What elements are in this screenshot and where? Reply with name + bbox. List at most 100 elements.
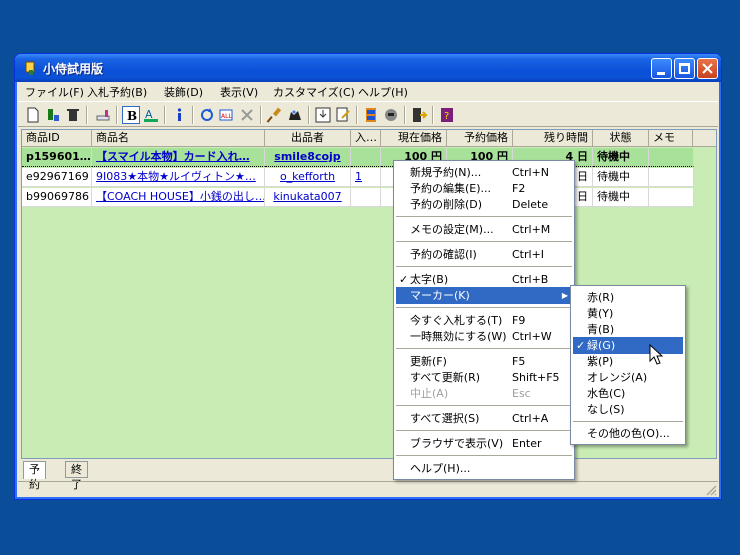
menu-item-edit-reservation[interactable]: 予約の編集(E)... F2 (396, 180, 572, 197)
svg-text:ALL: ALL (221, 113, 232, 120)
stop-icon[interactable] (238, 106, 256, 124)
menu-view[interactable]: 表示(V) (220, 84, 258, 100)
refresh-icon[interactable] (198, 106, 216, 124)
cell-seller-link[interactable]: smile8cojp (265, 148, 351, 167)
color-item-light-blue[interactable]: 水色(C) (573, 385, 683, 402)
marker-icon[interactable] (94, 106, 112, 124)
menu-item-select-all[interactable]: すべて選択(S) Ctrl+A (396, 410, 572, 427)
menu-decoration[interactable]: 装飾(D) (164, 84, 203, 100)
menu-item-delete-reservation[interactable]: 予約の削除(D) Delete (396, 196, 572, 213)
refresh-all-icon[interactable]: ALL (218, 106, 236, 124)
color-item-green[interactable]: ✓ 緑(G) (573, 337, 683, 354)
col-header-remaining-time[interactable]: 残り時間 (513, 130, 593, 147)
col-header-item-id[interactable]: 商品ID (22, 130, 92, 147)
color-item-red[interactable]: 赤(R) (573, 289, 683, 306)
book-help-icon[interactable]: ? (438, 106, 456, 124)
col-header-bids[interactable]: 入… (351, 130, 381, 147)
color-item-blue[interactable]: 青(B) (573, 321, 683, 338)
col-header-memo[interactable]: メモ (649, 130, 693, 147)
download-icon[interactable] (314, 106, 332, 124)
svg-text:B: B (127, 109, 137, 123)
trash-icon[interactable] (64, 106, 82, 124)
menu-item-check-reservation[interactable]: 予約の確認(I) Ctrl+I (396, 246, 572, 263)
menu-item-disable-temporarily[interactable]: 一時無効にする(W) Ctrl+W (396, 328, 572, 345)
cell-bids (351, 188, 381, 207)
bid-hand-icon[interactable] (44, 106, 62, 124)
menu-separator (396, 216, 572, 217)
maximize-button[interactable] (674, 58, 695, 79)
color-item-other[interactable]: その他の色(O)... (573, 425, 683, 442)
color-item-none[interactable]: なし(S) (573, 401, 683, 418)
close-icon (702, 63, 713, 74)
toolbar-separator (192, 106, 194, 124)
new-document-icon[interactable] (24, 106, 42, 124)
menu-bar: ファイル(F) 入札予約(B) 装飾(D) 表示(V) カスタマイズ(C) ヘル… (18, 82, 718, 100)
cat-icon[interactable] (286, 106, 304, 124)
menu-item-show-in-browser[interactable]: ブラウザで表示(V) Enter (396, 435, 572, 452)
color-item-yellow[interactable]: 黄(Y) (573, 305, 683, 322)
color-item-orange[interactable]: オレンジ(A) (573, 369, 683, 386)
tab-finished[interactable]: 終了 (65, 461, 88, 491)
col-header-filler (693, 130, 716, 147)
menu-customize[interactable]: カスタマイズ(C) (273, 84, 355, 100)
resize-grip-icon[interactable] (705, 484, 717, 496)
text-color-icon[interactable]: A (142, 106, 160, 124)
robot-icon[interactable] (382, 106, 400, 124)
menu-item-help[interactable]: ヘルプ(H)... (396, 460, 572, 477)
col-header-seller[interactable]: 出品者 (265, 130, 351, 147)
menu-item-new-reservation[interactable]: 新規予約(N)... Ctrl+N (396, 164, 572, 181)
col-header-current-price[interactable]: 現在価格 (381, 130, 447, 147)
col-header-reserve-price[interactable]: 予約価格 (447, 130, 513, 147)
close-button[interactable] (697, 58, 718, 79)
bold-icon[interactable]: B (122, 106, 140, 124)
col-header-item-name[interactable]: 商品名 (92, 130, 265, 147)
mouse-cursor-icon (649, 344, 664, 365)
gavel-icon[interactable] (266, 106, 284, 124)
cabinet-icon[interactable] (362, 106, 380, 124)
table-row[interactable]: e92967169 9I083★本物★ルイヴィトン★… o_kefforth 1… (22, 168, 694, 187)
title-bar[interactable]: 小侍試用版 (15, 54, 721, 82)
menu-item-update[interactable]: 更新(F) F5 (396, 353, 572, 370)
menu-bid-reserve[interactable]: 入札予約(B) (87, 84, 147, 100)
svg-text:?: ? (444, 111, 449, 122)
menu-separator (396, 455, 572, 456)
check-icon: ✓ (399, 273, 409, 286)
minimize-button[interactable] (651, 58, 672, 79)
toolbar-separator (404, 106, 406, 124)
cell-item-name-link[interactable]: 9I083★本物★ルイヴィトン★… (92, 168, 265, 187)
menu-item-marker[interactable]: マーカー(K) ▶ (396, 287, 572, 304)
menu-item-bid-now[interactable]: 今すぐ入札する(T) F9 (396, 312, 572, 329)
menu-separator (396, 430, 572, 431)
menu-item-update-all[interactable]: すべて更新(R) Shift+F5 (396, 369, 572, 386)
context-menu: 新規予約(N)... Ctrl+N 予約の編集(E)... F2 予約の削除(D) D… (393, 160, 575, 480)
edit-note-icon[interactable] (334, 106, 352, 124)
cell-seller-link[interactable]: kinukata007 (265, 188, 351, 207)
cell-bids-link[interactable]: 1 (351, 168, 381, 187)
cell-item-id: p159601… (22, 148, 92, 167)
toolbar-separator (86, 106, 88, 124)
cell-memo (649, 168, 694, 187)
menu-item-abort: 中止(A) Esc (410, 387, 531, 400)
menu-file[interactable]: ファイル(F) (25, 84, 84, 100)
color-item-purple[interactable]: 紫(P) (573, 353, 683, 370)
cell-seller-link[interactable]: o_kefforth (265, 168, 351, 187)
window-title: 小侍試用版 (43, 62, 104, 76)
cell-item-name-link[interactable]: 【COACH HOUSE】小銭の出し… (92, 188, 265, 207)
toolbar: B A ALL ? (18, 101, 718, 127)
menu-help[interactable]: ヘルプ(H) (358, 84, 408, 100)
cell-item-name-link[interactable]: 【スマイル本物】カード入れ… (92, 148, 265, 167)
table-row[interactable]: b99069786 【COACH HOUSE】小銭の出し… kinukata00… (22, 188, 694, 207)
toolbar-separator (116, 106, 118, 124)
exit-icon[interactable] (410, 106, 428, 124)
info-icon[interactable] (170, 106, 188, 124)
check-icon: ✓ (576, 339, 586, 352)
col-header-status[interactable]: 状態 (593, 130, 649, 147)
menu-item-bold[interactable]: ✓ 太字(B) Ctrl+B (396, 271, 572, 288)
cell-item-id: e92967169 (22, 168, 92, 187)
cell-status: 待機中 (593, 188, 649, 207)
menu-separator (573, 421, 683, 422)
table-row[interactable]: p159601… 【スマイル本物】カード入れ… smile8cojp 100 円… (22, 148, 694, 167)
app-icon (25, 61, 35, 75)
tab-reservations[interactable]: 予約 (23, 461, 46, 491)
menu-item-set-memo[interactable]: メモの設定(M)... Ctrl+M (396, 221, 572, 238)
